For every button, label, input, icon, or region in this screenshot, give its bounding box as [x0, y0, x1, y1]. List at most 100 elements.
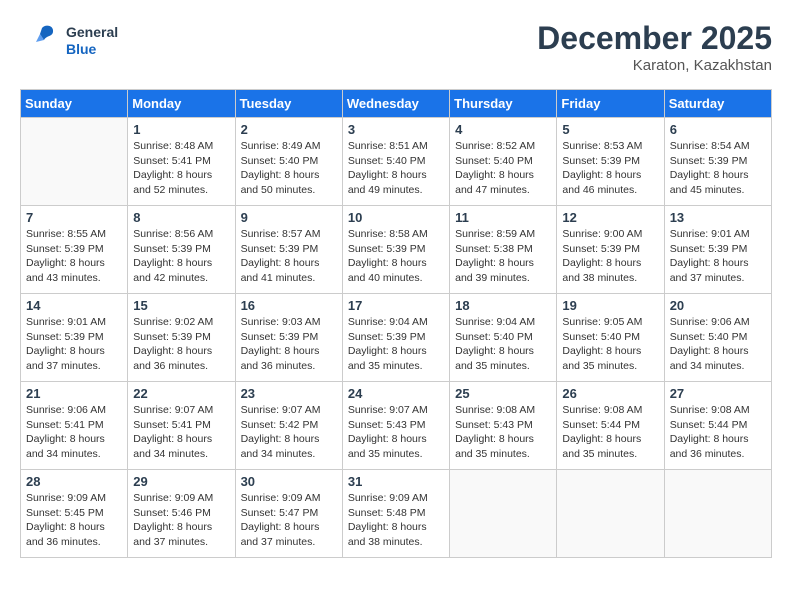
- day-number: 20: [670, 298, 766, 313]
- day-number: 4: [455, 122, 551, 137]
- day-number: 15: [133, 298, 229, 313]
- sunset-text: Sunset: 5:40 PM: [348, 154, 444, 169]
- daylight-text: Daylight: 8 hours and 35 minutes.: [455, 344, 551, 373]
- sunset-text: Sunset: 5:40 PM: [455, 330, 551, 345]
- sunset-text: Sunset: 5:42 PM: [241, 418, 337, 433]
- calendar-cell-w1-d1: [21, 118, 128, 206]
- calendar-cell-w4-d5: 25 Sunrise: 9:08 AM Sunset: 5:43 PM Dayl…: [450, 382, 557, 470]
- calendar-cell-w2-d2: 8 Sunrise: 8:56 AM Sunset: 5:39 PM Dayli…: [128, 206, 235, 294]
- day-number: 11: [455, 210, 551, 225]
- logo-container: General Blue: [20, 20, 118, 62]
- logo-general: General: [66, 24, 118, 41]
- day-info: Sunrise: 9:01 AM Sunset: 5:39 PM Dayligh…: [670, 227, 766, 286]
- sunrise-text: Sunrise: 9:01 AM: [670, 227, 766, 242]
- day-number: 22: [133, 386, 229, 401]
- sunrise-text: Sunrise: 8:56 AM: [133, 227, 229, 242]
- day-number: 3: [348, 122, 444, 137]
- day-info: Sunrise: 9:03 AM Sunset: 5:39 PM Dayligh…: [241, 315, 337, 374]
- sunset-text: Sunset: 5:38 PM: [455, 242, 551, 257]
- daylight-text: Daylight: 8 hours and 40 minutes.: [348, 256, 444, 285]
- day-number: 1: [133, 122, 229, 137]
- week-row-4: 21 Sunrise: 9:06 AM Sunset: 5:41 PM Dayl…: [21, 382, 772, 470]
- calendar-cell-w1-d2: 1 Sunrise: 8:48 AM Sunset: 5:41 PM Dayli…: [128, 118, 235, 206]
- day-number: 18: [455, 298, 551, 313]
- day-number: 7: [26, 210, 122, 225]
- sunrise-text: Sunrise: 8:51 AM: [348, 139, 444, 154]
- daylight-text: Daylight: 8 hours and 34 minutes.: [133, 432, 229, 461]
- daylight-text: Daylight: 8 hours and 47 minutes.: [455, 168, 551, 197]
- sunset-text: Sunset: 5:43 PM: [348, 418, 444, 433]
- sunset-text: Sunset: 5:39 PM: [26, 242, 122, 257]
- sunset-text: Sunset: 5:46 PM: [133, 506, 229, 521]
- title-block: December 2025 Karaton, Kazakhstan: [537, 20, 772, 74]
- day-info: Sunrise: 9:09 AM Sunset: 5:45 PM Dayligh…: [26, 491, 122, 550]
- calendar-cell-w2-d5: 11 Sunrise: 8:59 AM Sunset: 5:38 PM Dayl…: [450, 206, 557, 294]
- sunrise-text: Sunrise: 9:09 AM: [241, 491, 337, 506]
- week-row-1: 1 Sunrise: 8:48 AM Sunset: 5:41 PM Dayli…: [21, 118, 772, 206]
- calendar-cell-w2-d3: 9 Sunrise: 8:57 AM Sunset: 5:39 PM Dayli…: [235, 206, 342, 294]
- sunrise-text: Sunrise: 8:49 AM: [241, 139, 337, 154]
- day-info: Sunrise: 8:55 AM Sunset: 5:39 PM Dayligh…: [26, 227, 122, 286]
- sunrise-text: Sunrise: 9:08 AM: [562, 403, 658, 418]
- day-info: Sunrise: 9:06 AM Sunset: 5:40 PM Dayligh…: [670, 315, 766, 374]
- day-info: Sunrise: 9:05 AM Sunset: 5:40 PM Dayligh…: [562, 315, 658, 374]
- sunrise-text: Sunrise: 9:09 AM: [348, 491, 444, 506]
- calendar-cell-w1-d3: 2 Sunrise: 8:49 AM Sunset: 5:40 PM Dayli…: [235, 118, 342, 206]
- sunrise-text: Sunrise: 9:06 AM: [26, 403, 122, 418]
- sunset-text: Sunset: 5:39 PM: [26, 330, 122, 345]
- sunset-text: Sunset: 5:40 PM: [670, 330, 766, 345]
- day-info: Sunrise: 8:49 AM Sunset: 5:40 PM Dayligh…: [241, 139, 337, 198]
- sunrise-text: Sunrise: 9:04 AM: [455, 315, 551, 330]
- weekday-header-sunday: Sunday: [21, 90, 128, 118]
- day-number: 19: [562, 298, 658, 313]
- sunset-text: Sunset: 5:39 PM: [241, 330, 337, 345]
- daylight-text: Daylight: 8 hours and 35 minutes.: [562, 432, 658, 461]
- day-number: 6: [670, 122, 766, 137]
- daylight-text: Daylight: 8 hours and 38 minutes.: [348, 520, 444, 549]
- day-number: 14: [26, 298, 122, 313]
- daylight-text: Daylight: 8 hours and 49 minutes.: [348, 168, 444, 197]
- calendar-cell-w3-d7: 20 Sunrise: 9:06 AM Sunset: 5:40 PM Dayl…: [664, 294, 771, 382]
- calendar-cell-w1-d5: 4 Sunrise: 8:52 AM Sunset: 5:40 PM Dayli…: [450, 118, 557, 206]
- calendar-cell-w3-d5: 18 Sunrise: 9:04 AM Sunset: 5:40 PM Dayl…: [450, 294, 557, 382]
- sunrise-text: Sunrise: 9:01 AM: [26, 315, 122, 330]
- day-number: 16: [241, 298, 337, 313]
- logo-text-block: General Blue: [66, 24, 118, 58]
- daylight-text: Daylight: 8 hours and 35 minutes.: [348, 344, 444, 373]
- sunset-text: Sunset: 5:47 PM: [241, 506, 337, 521]
- week-row-5: 28 Sunrise: 9:09 AM Sunset: 5:45 PM Dayl…: [21, 470, 772, 558]
- sunrise-text: Sunrise: 9:09 AM: [26, 491, 122, 506]
- daylight-text: Daylight: 8 hours and 46 minutes.: [562, 168, 658, 197]
- daylight-text: Daylight: 8 hours and 35 minutes.: [455, 432, 551, 461]
- calendar-cell-w5-d3: 30 Sunrise: 9:09 AM Sunset: 5:47 PM Dayl…: [235, 470, 342, 558]
- sunrise-text: Sunrise: 9:02 AM: [133, 315, 229, 330]
- sunrise-text: Sunrise: 9:08 AM: [455, 403, 551, 418]
- sunset-text: Sunset: 5:44 PM: [562, 418, 658, 433]
- calendar-cell-w5-d7: [664, 470, 771, 558]
- day-info: Sunrise: 9:06 AM Sunset: 5:41 PM Dayligh…: [26, 403, 122, 462]
- day-info: Sunrise: 8:58 AM Sunset: 5:39 PM Dayligh…: [348, 227, 444, 286]
- sunset-text: Sunset: 5:44 PM: [670, 418, 766, 433]
- daylight-text: Daylight: 8 hours and 35 minutes.: [562, 344, 658, 373]
- daylight-text: Daylight: 8 hours and 36 minutes.: [133, 344, 229, 373]
- calendar-cell-w2-d1: 7 Sunrise: 8:55 AM Sunset: 5:39 PM Dayli…: [21, 206, 128, 294]
- day-info: Sunrise: 9:09 AM Sunset: 5:46 PM Dayligh…: [133, 491, 229, 550]
- sunset-text: Sunset: 5:45 PM: [26, 506, 122, 521]
- sunset-text: Sunset: 5:39 PM: [241, 242, 337, 257]
- calendar-cell-w4-d2: 22 Sunrise: 9:07 AM Sunset: 5:41 PM Dayl…: [128, 382, 235, 470]
- sunset-text: Sunset: 5:39 PM: [348, 330, 444, 345]
- sunrise-text: Sunrise: 9:07 AM: [133, 403, 229, 418]
- month-title: December 2025: [537, 20, 772, 57]
- sunset-text: Sunset: 5:39 PM: [562, 154, 658, 169]
- daylight-text: Daylight: 8 hours and 36 minutes.: [26, 520, 122, 549]
- day-info: Sunrise: 8:51 AM Sunset: 5:40 PM Dayligh…: [348, 139, 444, 198]
- day-number: 10: [348, 210, 444, 225]
- sunrise-text: Sunrise: 9:05 AM: [562, 315, 658, 330]
- day-number: 12: [562, 210, 658, 225]
- calendar-cell-w4-d6: 26 Sunrise: 9:08 AM Sunset: 5:44 PM Dayl…: [557, 382, 664, 470]
- day-info: Sunrise: 8:57 AM Sunset: 5:39 PM Dayligh…: [241, 227, 337, 286]
- day-info: Sunrise: 8:52 AM Sunset: 5:40 PM Dayligh…: [455, 139, 551, 198]
- day-number: 29: [133, 474, 229, 489]
- sunset-text: Sunset: 5:39 PM: [133, 330, 229, 345]
- sunset-text: Sunset: 5:40 PM: [562, 330, 658, 345]
